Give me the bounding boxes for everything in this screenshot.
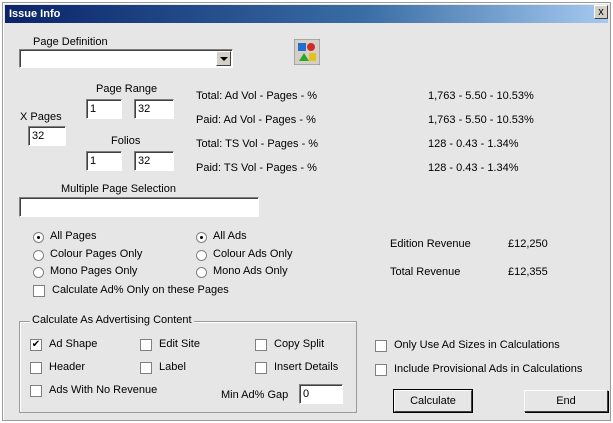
page-range-from-value: 1 xyxy=(90,103,97,115)
calc-on-pages-label: Calculate Ad% Only on these Pages xyxy=(52,284,229,296)
issue-info-window: Issue Info x Page Definition Page Range … xyxy=(2,2,611,421)
total-revenue-value: £12,355 xyxy=(508,266,548,278)
check-icon: ✔ xyxy=(31,339,41,350)
header-label: Header xyxy=(49,361,86,373)
insert-details-label: Insert Details xyxy=(274,361,339,373)
page-range-to-value: 32 xyxy=(138,103,151,115)
edition-revenue-value: £12,250 xyxy=(508,238,548,250)
edit-site-label: Edit Site xyxy=(159,338,200,350)
radio-all-ads[interactable] xyxy=(196,232,207,243)
calculate-button[interactable]: Calculate xyxy=(393,389,473,413)
include-provisional-checkbox[interactable] xyxy=(375,364,387,376)
close-button[interactable]: x xyxy=(594,5,608,19)
ads-no-revenue-checkbox[interactable] xyxy=(30,385,42,397)
x-pages-label: X Pages xyxy=(20,111,62,123)
stat-value: 1,763 - 5.50 - 10.53% xyxy=(428,114,534,126)
include-provisional-label: Include Provisional Ads in Calculations xyxy=(394,363,583,375)
only-ad-sizes-checkbox[interactable] xyxy=(375,340,387,352)
folios-from-input[interactable]: 1 xyxy=(86,151,122,171)
page-range-from-input[interactable]: 1 xyxy=(86,99,122,119)
label-checkbox[interactable] xyxy=(140,362,152,374)
ad-shape-label: Ad Shape xyxy=(49,338,98,350)
close-icon: x xyxy=(598,6,604,18)
min-gap-label: Min Ad% Gap xyxy=(221,389,289,401)
page-definition-label: Page Definition xyxy=(33,36,108,48)
stat-label: Total: Ad Vol - Pages - % xyxy=(196,90,318,102)
multiple-page-selection-label: Multiple Page Selection xyxy=(61,183,176,195)
shapes-icon[interactable] xyxy=(294,39,320,65)
edition-revenue-label: Edition Revenue xyxy=(390,238,471,250)
folios-to-input[interactable]: 32 xyxy=(134,151,174,171)
radio-colour-pages-only[interactable] xyxy=(33,250,44,261)
advertising-content-title: Calculate As Advertising Content xyxy=(30,314,194,326)
copy-split-label: Copy Split xyxy=(274,338,325,350)
radio-colour-ads-only-label: Colour Ads Only xyxy=(213,248,293,260)
edit-site-checkbox[interactable] xyxy=(140,339,152,351)
radio-mono-pages-only[interactable] xyxy=(33,267,44,278)
only-ad-sizes-label: Only Use Ad Sizes in Calculations xyxy=(394,339,560,351)
radio-mono-pages-only-label: Mono Pages Only xyxy=(50,265,138,277)
end-button[interactable]: End xyxy=(524,390,608,412)
chevron-down-icon[interactable] xyxy=(216,51,231,66)
stat-value: 128 - 0.43 - 1.34% xyxy=(428,162,519,174)
folios-to-value: 32 xyxy=(138,155,151,167)
total-revenue-label: Total Revenue xyxy=(390,266,461,278)
window-title: Issue Info xyxy=(9,8,61,20)
min-gap-input[interactable]: 0 xyxy=(299,384,343,404)
x-pages-value: 32 xyxy=(32,130,45,142)
radio-all-pages-label: All Pages xyxy=(50,230,97,242)
page-range-label: Page Range xyxy=(96,83,158,95)
radio-mono-ads-only[interactable] xyxy=(196,267,207,278)
multiple-page-selection-input[interactable] xyxy=(19,197,259,217)
radio-all-ads-label: All Ads xyxy=(213,230,247,242)
folios-from-value: 1 xyxy=(90,155,97,167)
title-bar: Issue Info xyxy=(5,5,608,23)
stat-label: Paid: TS Vol - Pages - % xyxy=(196,162,317,174)
header-checkbox[interactable] xyxy=(30,362,42,374)
radio-all-pages[interactable] xyxy=(33,232,44,243)
insert-details-checkbox[interactable] xyxy=(255,362,267,374)
calc-on-pages-checkbox[interactable] xyxy=(33,285,45,297)
radio-colour-pages-only-label: Colour Pages Only xyxy=(50,248,143,260)
ad-shape-checkbox[interactable]: ✔ xyxy=(30,339,42,351)
ads-no-revenue-label: Ads With No Revenue xyxy=(49,384,158,396)
stat-label: Total: TS Vol - Pages - % xyxy=(196,138,319,150)
page-range-to-input[interactable]: 32 xyxy=(134,99,174,119)
stat-value: 1,763 - 5.50 - 10.53% xyxy=(428,90,534,102)
radio-mono-ads-only-label: Mono Ads Only xyxy=(213,265,288,277)
label-label: Label xyxy=(159,361,186,373)
page-definition-combo[interactable] xyxy=(19,49,233,68)
stat-value: 128 - 0.43 - 1.34% xyxy=(428,138,519,150)
radio-colour-ads-only[interactable] xyxy=(196,250,207,261)
copy-split-checkbox[interactable] xyxy=(255,339,267,351)
x-pages-input[interactable]: 32 xyxy=(28,126,66,146)
folios-label: Folios xyxy=(111,135,141,147)
stat-label: Paid: Ad Vol - Pages - % xyxy=(196,114,316,126)
min-gap-value: 0 xyxy=(303,388,310,400)
